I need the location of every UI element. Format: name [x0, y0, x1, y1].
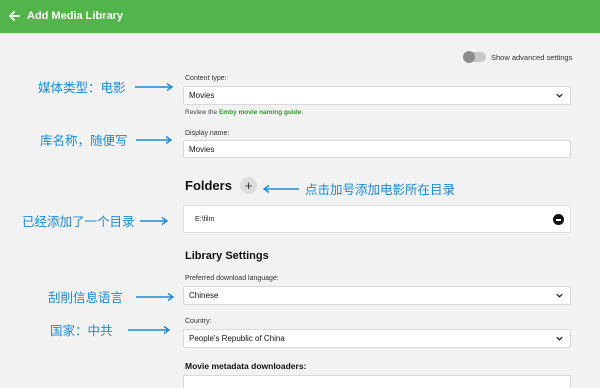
arrow-right-icon: [136, 292, 175, 301]
arrow-right-icon: [134, 82, 173, 91]
annotation-add-folder-text: 点击加号添加电影所在目录: [305, 183, 456, 197]
back-arrow-icon[interactable]: [6, 8, 22, 24]
annotation-display-name: 库名称，随便写: [40, 130, 175, 149]
advanced-settings-toggle-row: Show advanced settings: [463, 51, 573, 63]
folder-list-item: E:\film: [183, 205, 571, 233]
annotation-content-type-text: 媒体类型：电影: [38, 81, 126, 95]
content-type-label: Content type:: [185, 75, 227, 82]
naming-guide-link[interactable]: Emby movie naming guide: [219, 109, 301, 116]
annotation-country: 国家：中共: [50, 320, 173, 339]
annotation-folder-added: 已经添加了一个目录: [22, 211, 171, 230]
app-header: Add Media Library: [0, 0, 600, 33]
annotation-content-type: 媒体类型：电影: [38, 77, 176, 96]
download-language-select[interactable]: Chinese: [183, 286, 571, 305]
display-name-input[interactable]: Movies: [183, 140, 571, 158]
content-type-select[interactable]: Movies: [183, 86, 571, 105]
annotation-add-folder: 点击加号添加电影所在目录: [262, 179, 455, 198]
hint-prefix: Review the: [185, 109, 219, 116]
arrow-right-icon: [139, 216, 168, 225]
country-label: Country:: [185, 318, 212, 325]
chevron-down-icon: [556, 336, 563, 341]
library-settings-heading: Library Settings: [185, 250, 269, 262]
chevron-down-icon: [556, 293, 563, 298]
remove-folder-icon[interactable]: [553, 214, 564, 225]
advanced-settings-label: Show advanced settings: [491, 52, 573, 62]
metadata-downloaders-heading: Movie metadata downloaders:: [185, 361, 307, 371]
annotation-folder-added-text: 已经添加了一个目录: [22, 215, 135, 229]
country-value: People's Republic of China: [189, 334, 285, 343]
annotation-country-text: 国家：中共: [50, 324, 113, 338]
add-folder-button[interactable]: +: [240, 177, 257, 194]
naming-guide-hint: Review the Emby movie naming guide.: [185, 109, 303, 116]
page-title: Add Media Library: [27, 10, 123, 22]
arrow-right-icon: [127, 325, 170, 334]
toggle-knob: [463, 51, 475, 63]
annotation-language-text: 刮削信息语言: [48, 291, 124, 305]
display-name-label: Display name:: [185, 130, 230, 137]
metadata-downloaders-list: [183, 375, 571, 388]
arrow-right-icon: [135, 135, 172, 144]
advanced-settings-toggle[interactable]: [463, 51, 486, 63]
hint-suffix: .: [301, 109, 304, 116]
display-name-value: Movies: [189, 144, 215, 154]
annotation-display-name-text: 库名称，随便写: [40, 134, 128, 148]
annotation-language: 刮削信息语言: [48, 287, 177, 306]
folder-path: E:\film: [195, 216, 215, 223]
download-language-value: Chinese: [189, 291, 219, 300]
chevron-down-icon: [556, 93, 563, 98]
content-type-value: Movies: [189, 91, 215, 100]
country-select[interactable]: People's Republic of China: [183, 329, 571, 348]
download-language-label: Preferred download language:: [185, 275, 279, 282]
plus-icon: +: [244, 178, 253, 193]
folders-heading: Folders: [185, 178, 232, 193]
arrow-left-icon: [262, 184, 299, 193]
